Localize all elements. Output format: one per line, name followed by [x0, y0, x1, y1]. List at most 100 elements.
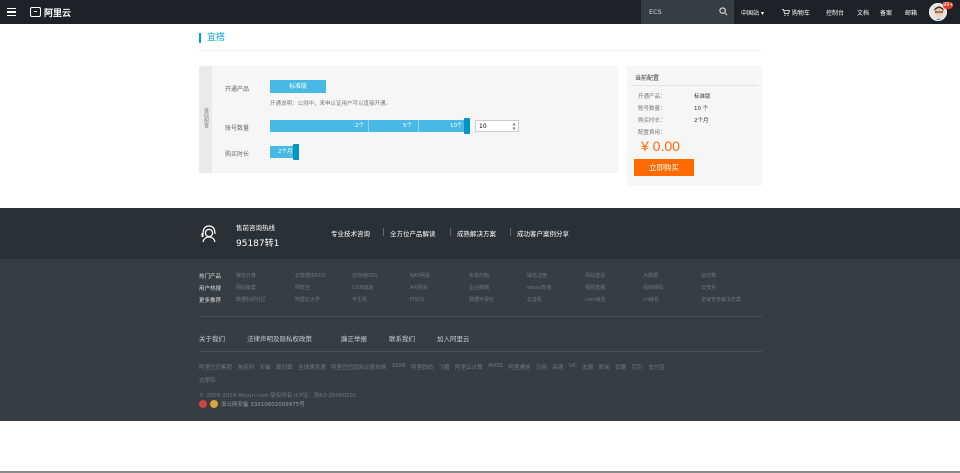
duration-label: 购买时长 [225, 151, 250, 158]
partner-link[interactable]: 支付宝 [648, 363, 665, 371]
footer-category-link[interactable]: CDN加速 [352, 284, 373, 291]
accounts-slider[interactable]: 2个 5个 10个 [270, 120, 468, 132]
partner-link[interactable]: 阿里巴巴集团 [199, 363, 232, 371]
footer-category-link[interactable]: 学生机 [352, 296, 367, 303]
partner-link[interactable]: 1688 [392, 363, 406, 369]
buy-now-button[interactable]: 立即购买 [634, 159, 694, 176]
partner-link[interactable]: 友盟 [582, 363, 593, 371]
footer-category-link[interactable]: 云安全 [701, 284, 716, 291]
footer-category-link[interactable]: NAT网关 [410, 272, 430, 279]
side-tab-label: 基础配置 [203, 108, 209, 128]
partner-link[interactable]: UC [569, 363, 577, 369]
stepper-down-icon[interactable]: ▼ [509, 126, 519, 131]
notification-badge[interactable]: 99+ [943, 2, 954, 9]
summary-row-label: 账号数量： [638, 106, 666, 112]
footer-category-link[interactable]: API网关 [410, 284, 428, 291]
aliyun-logo[interactable]: 阿里云 [30, 6, 72, 19]
region-selector[interactable]: 中国站 ▾ [741, 8, 764, 17]
footer-category-link[interactable]: 云数据库RDS [295, 272, 326, 279]
footer-category-link[interactable]: 网安全 [295, 284, 310, 291]
partner-link[interactable]: 阿里巴巴国际交易市场 [331, 363, 386, 371]
mail-link[interactable]: 邮箱 [905, 8, 917, 17]
footer-category-link[interactable]: cn域名 [643, 296, 659, 303]
footer: 售前咨询热线 95187转1 专业技术咨询 全方位产品解读 成熟解决方案 成功客… [0, 208, 960, 421]
footer-category-link[interactable]: 全域安全解决方案 [701, 296, 741, 303]
partner-link[interactable]: 全球速卖通 [298, 363, 326, 371]
accounts-label: 账号数量 [225, 125, 250, 132]
partner-link[interactable]: 阿里通信 [508, 363, 530, 371]
headset-icon [201, 225, 216, 243]
product-description: 开通说明：公测中，来申认证用户可以直接开通。 [270, 101, 392, 107]
footer-bottom-link[interactable]: 加入阿里云 [437, 333, 470, 343]
divider [510, 228, 511, 236]
police-record[interactable]: 浙公网安备 33010602009975号 [199, 400, 305, 408]
footer-category-link[interactable]: 大数据 [643, 272, 658, 279]
partner-link[interactable]: 优酷 [615, 363, 626, 371]
footer-category-label: 用户热搜 [199, 286, 222, 292]
accounts-input[interactable] [479, 122, 505, 131]
footer-category-link[interactable]: 视频直播 [585, 284, 605, 291]
footer-bottom-link[interactable]: 关于我们 [199, 333, 225, 343]
footer-bottom-link[interactable]: 联系我们 [389, 333, 415, 343]
footer-category-link[interactable]: 云计算 [701, 272, 716, 279]
docs-link[interactable]: 文档 [857, 8, 869, 17]
footer-category-link[interactable]: 云存储OSS [352, 272, 377, 279]
menu-icon[interactable] [7, 8, 16, 17]
search-box [641, 0, 734, 24]
partner-link[interactable]: 钉钉 [632, 363, 643, 371]
divider [450, 228, 451, 236]
footer-category-link[interactable]: 阿里云大学 [295, 296, 320, 303]
record-emblem-icon [210, 400, 218, 408]
footer-category-link[interactable]: 云虚机 [527, 296, 542, 303]
partner-link[interactable]: AliOS [488, 363, 503, 369]
brand-name: 阿里云 [44, 8, 72, 19]
partner-link[interactable]: 淘宝网 [238, 363, 255, 371]
police-emblem-icon [199, 400, 207, 408]
partner-link[interactable]: 阿里云计算 [455, 363, 483, 371]
divider [199, 351, 762, 352]
product-option-button[interactable]: 标准版 [270, 80, 326, 93]
service-link[interactable]: 成功客户案例分享 [517, 228, 569, 238]
partner-link[interactable]: 飞猪 [439, 363, 450, 371]
partner-link[interactable]: 聚划算 [276, 363, 293, 371]
footer-category-link[interactable]: 网站备案 [236, 284, 256, 291]
cart-link[interactable]: 购物车 [782, 8, 810, 17]
footer-category-link[interactable]: 域名注册 [527, 272, 547, 279]
footer-category-link[interactable]: 数据科研社区 [236, 296, 266, 303]
hotline-number: 95187转1 [236, 239, 280, 249]
footer-category-link[interactable]: 弹性计算 [236, 272, 256, 279]
console-link[interactable]: 控制台 [826, 8, 844, 17]
duration-slider-handle[interactable] [293, 144, 299, 160]
slider-mark: 10个 [450, 123, 463, 129]
accounts-stepper: ▲ ▼ [475, 120, 519, 132]
partner-link[interactable]: 虾米 [599, 363, 610, 371]
aliyun-logo-icon [30, 7, 41, 17]
footer-category-link[interactable]: com域名 [585, 296, 606, 303]
search-input[interactable] [649, 6, 709, 18]
slider-separator [418, 120, 419, 132]
footer-category-link[interactable]: 视频转码 [643, 284, 663, 291]
service-link[interactable]: 成熟解决方案 [457, 228, 496, 238]
footer-category-link[interactable]: whois查询 [527, 284, 551, 291]
partner-link[interactable]: 高德 [552, 363, 563, 371]
footer-bottom-link[interactable]: 廉正举报 [341, 333, 367, 343]
footer-category-link[interactable]: 数据可视化 [469, 296, 494, 303]
footer-bottom-link[interactable]: 法律声明及隐私权政策 [247, 333, 312, 343]
partner-link[interactable]: 万网 [536, 363, 547, 371]
fee-label: 配置费用： [638, 130, 666, 136]
partner-link[interactable]: 阿里妈妈 [411, 363, 433, 371]
partner-link[interactable]: 天猫 [260, 363, 271, 371]
service-link[interactable]: 全方位产品解读 [390, 228, 436, 238]
divider [199, 50, 762, 51]
footer-category-link[interactable]: 网站建设 [585, 272, 605, 279]
accounts-slider-handle[interactable] [464, 118, 470, 134]
footer-category-link[interactable]: IT论坛 [410, 296, 425, 303]
service-link[interactable]: 专业技术咨询 [331, 228, 370, 238]
footer-category-link[interactable]: 负载均衡 [469, 272, 489, 279]
search-icon[interactable] [719, 7, 728, 16]
icp-link[interactable]: 备案 [880, 8, 892, 17]
cart-icon [782, 9, 791, 16]
footer-category-link[interactable]: 企业邮箱 [469, 284, 489, 291]
partner-link[interactable]: 达摩院 [199, 376, 216, 384]
chevron-down-icon: ▾ [760, 10, 764, 17]
